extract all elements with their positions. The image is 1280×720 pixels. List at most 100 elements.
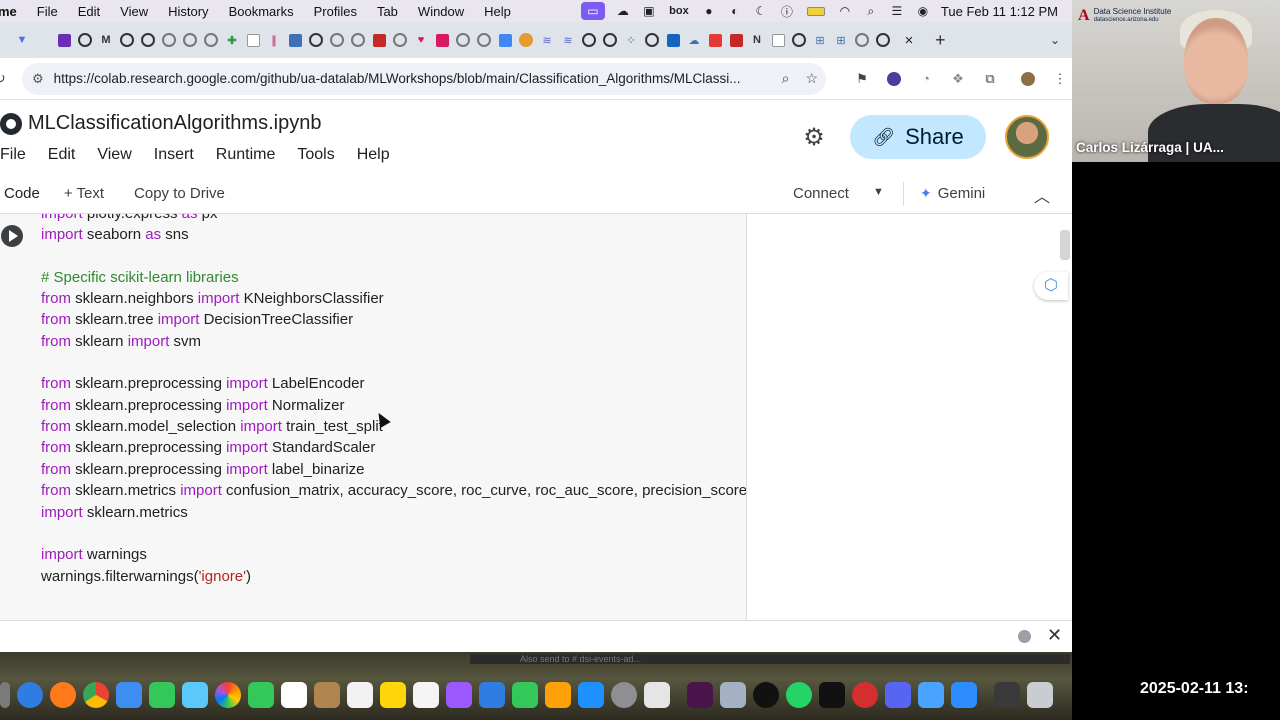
tab-icon-sheet[interactable] (768, 30, 788, 50)
tab-icon-docs[interactable] (495, 30, 515, 50)
extension-icon[interactable]: ◔ (916, 69, 936, 89)
tab-icon-table[interactable]: ⊞ (831, 30, 851, 50)
photos-icon[interactable] (215, 682, 241, 708)
code-line[interactable]: from sklearn.metrics import confusion_ma… (41, 480, 747, 501)
code-line[interactable]: from sklearn.tree import DecisionTreeCla… (41, 309, 353, 330)
tab-icon-circle[interactable] (852, 30, 872, 50)
mail-icon[interactable] (116, 682, 142, 708)
notes-icon[interactable] (380, 682, 406, 708)
control-center-icon[interactable]: ☰ (889, 4, 905, 18)
keynote-icon[interactable] (479, 682, 505, 708)
connect-dropdown-icon[interactable]: ▼ (873, 186, 884, 198)
whatsapp-icon[interactable] (786, 682, 812, 708)
preview-icon[interactable] (644, 682, 670, 708)
siri-icon[interactable]: ◉ (915, 4, 931, 18)
code-line[interactable]: import sklearn.metrics (41, 502, 188, 523)
tab-icon-bars[interactable]: ∥ (264, 30, 284, 50)
code-line[interactable]: import seaborn as sns (41, 224, 189, 245)
zoom-icon[interactable] (951, 682, 977, 708)
tab-icon-grid[interactable] (285, 30, 305, 50)
scrollbar-thumb[interactable] (1060, 230, 1070, 260)
url-text[interactable]: https://colab.research.google.com/github… (54, 71, 774, 86)
code-line[interactable]: from sklearn.preprocessing import LabelE… (41, 373, 365, 394)
status-indicator[interactable] (1018, 630, 1031, 643)
tab-icon-n[interactable]: N (747, 30, 767, 50)
tab-icon-m[interactable]: M (96, 30, 116, 50)
menu-history[interactable]: History (158, 4, 218, 19)
box-icon[interactable]: box (667, 4, 691, 18)
tab-icon-layers[interactable]: ≋ (537, 30, 557, 50)
tab-icon-youtube[interactable] (705, 30, 725, 50)
colab-menu-edit[interactable]: Edit (48, 146, 76, 164)
copy-to-drive-button[interactable]: Copy to Drive (134, 185, 225, 202)
messages-icon[interactable] (149, 682, 175, 708)
notebook-title[interactable]: MLClassificationAlgorithms.ipynb (28, 112, 321, 135)
add-code-button[interactable]: Code (4, 185, 40, 202)
tab-icon-github[interactable] (75, 30, 95, 50)
tab-icon-table[interactable]: ⊞ (810, 30, 830, 50)
profile-icon[interactable] (1018, 69, 1038, 89)
discord-icon[interactable] (885, 682, 911, 708)
code-cell[interactable]: import plotly.express as px import seabo… (0, 214, 747, 620)
code-line[interactable]: from sklearn.preprocessing import label_… (41, 459, 365, 480)
tab-icon-vee[interactable]: ▼ (12, 30, 32, 50)
share-button[interactable]: 🔗︎ Share (850, 115, 986, 159)
close-tab-button[interactable]: × (899, 32, 919, 49)
tab-icon-circle[interactable] (180, 30, 200, 50)
add-text-button[interactable]: + Text (64, 185, 104, 202)
settings-gear-icon[interactable]: ⚙ (800, 124, 828, 152)
freeform-icon[interactable] (413, 682, 439, 708)
podcasts-icon[interactable] (446, 682, 472, 708)
menu-bookmarks[interactable]: Bookmarks (219, 4, 304, 19)
reload-icon[interactable]: ↻ (0, 70, 14, 87)
code-line[interactable]: from sklearn.neighbors import KNeighbors… (41, 288, 384, 309)
side-panel-toggle-icon[interactable]: ⬡ (1034, 272, 1068, 300)
tab-icon-plus[interactable]: ✚ (222, 30, 242, 50)
colab-menu-file[interactable]: File (0, 146, 26, 164)
maps-icon[interactable] (182, 682, 208, 708)
bookmark-star-icon[interactable]: ☆ (805, 70, 818, 87)
safari-icon[interactable] (17, 682, 43, 708)
info-icon[interactable]: ⓘ (779, 4, 795, 19)
facetime-icon[interactable] (248, 682, 274, 708)
downloads-icon[interactable] (994, 682, 1020, 708)
tab-icon-dots[interactable]: ⁘ (621, 30, 641, 50)
numbers-icon[interactable] (512, 682, 538, 708)
tab-search-button[interactable]: ⌄ (1050, 33, 1060, 47)
address-bar[interactable]: ⚙ https://colab.research.google.com/gith… (22, 62, 826, 95)
extension-icon[interactable] (884, 69, 904, 89)
colab-menu-view[interactable]: View (97, 146, 131, 164)
code-line[interactable]: import plotly.express as px (41, 214, 217, 224)
extension-icon[interactable]: ❖ (948, 69, 968, 89)
tab-icon-circle[interactable] (390, 30, 410, 50)
tab-icon-github[interactable] (642, 30, 662, 50)
trash-icon[interactable] (1027, 682, 1053, 708)
tab-icon-cloud[interactable]: ☁ (684, 30, 704, 50)
app-store-icon[interactable] (578, 682, 604, 708)
firefox-icon[interactable] (50, 682, 76, 708)
collapse-header-icon[interactable]: ︿ (1034, 183, 1050, 207)
contacts-icon[interactable] (314, 682, 340, 708)
bi-icon[interactable]: ▣ (641, 4, 657, 18)
code-comment[interactable]: # Specific scikit-learn libraries (41, 267, 239, 288)
menu-edit[interactable]: Edit (68, 4, 110, 19)
zoom-icon[interactable]: ⌕ (782, 70, 790, 87)
tab-icon-orange[interactable] (516, 30, 536, 50)
run-cell-button[interactable] (1, 225, 23, 247)
pages-icon[interactable] (545, 682, 571, 708)
toggle-icon[interactable]: ◐ (727, 4, 743, 18)
tab-icon-github[interactable] (138, 30, 158, 50)
tab-icon-github[interactable] (789, 30, 809, 50)
wifi-icon[interactable]: ◠ (837, 4, 853, 18)
tab-icon-red[interactable] (726, 30, 746, 50)
site-info-icon[interactable]: ⚙ (32, 71, 44, 87)
puzzle-icon[interactable]: ⧉ (980, 69, 1000, 89)
battery-icon[interactable] (805, 4, 827, 18)
colab-menu-runtime[interactable]: Runtime (216, 146, 276, 164)
cloud-icon[interactable]: ☁ (615, 4, 631, 18)
tab-icon-m-red[interactable] (432, 30, 452, 50)
screen-share-icon[interactable]: ▭ (580, 2, 605, 20)
slack-icon[interactable] (687, 682, 713, 708)
colab-menu-help[interactable]: Help (357, 146, 390, 164)
close-icon[interactable]: ✕ (1047, 625, 1062, 646)
